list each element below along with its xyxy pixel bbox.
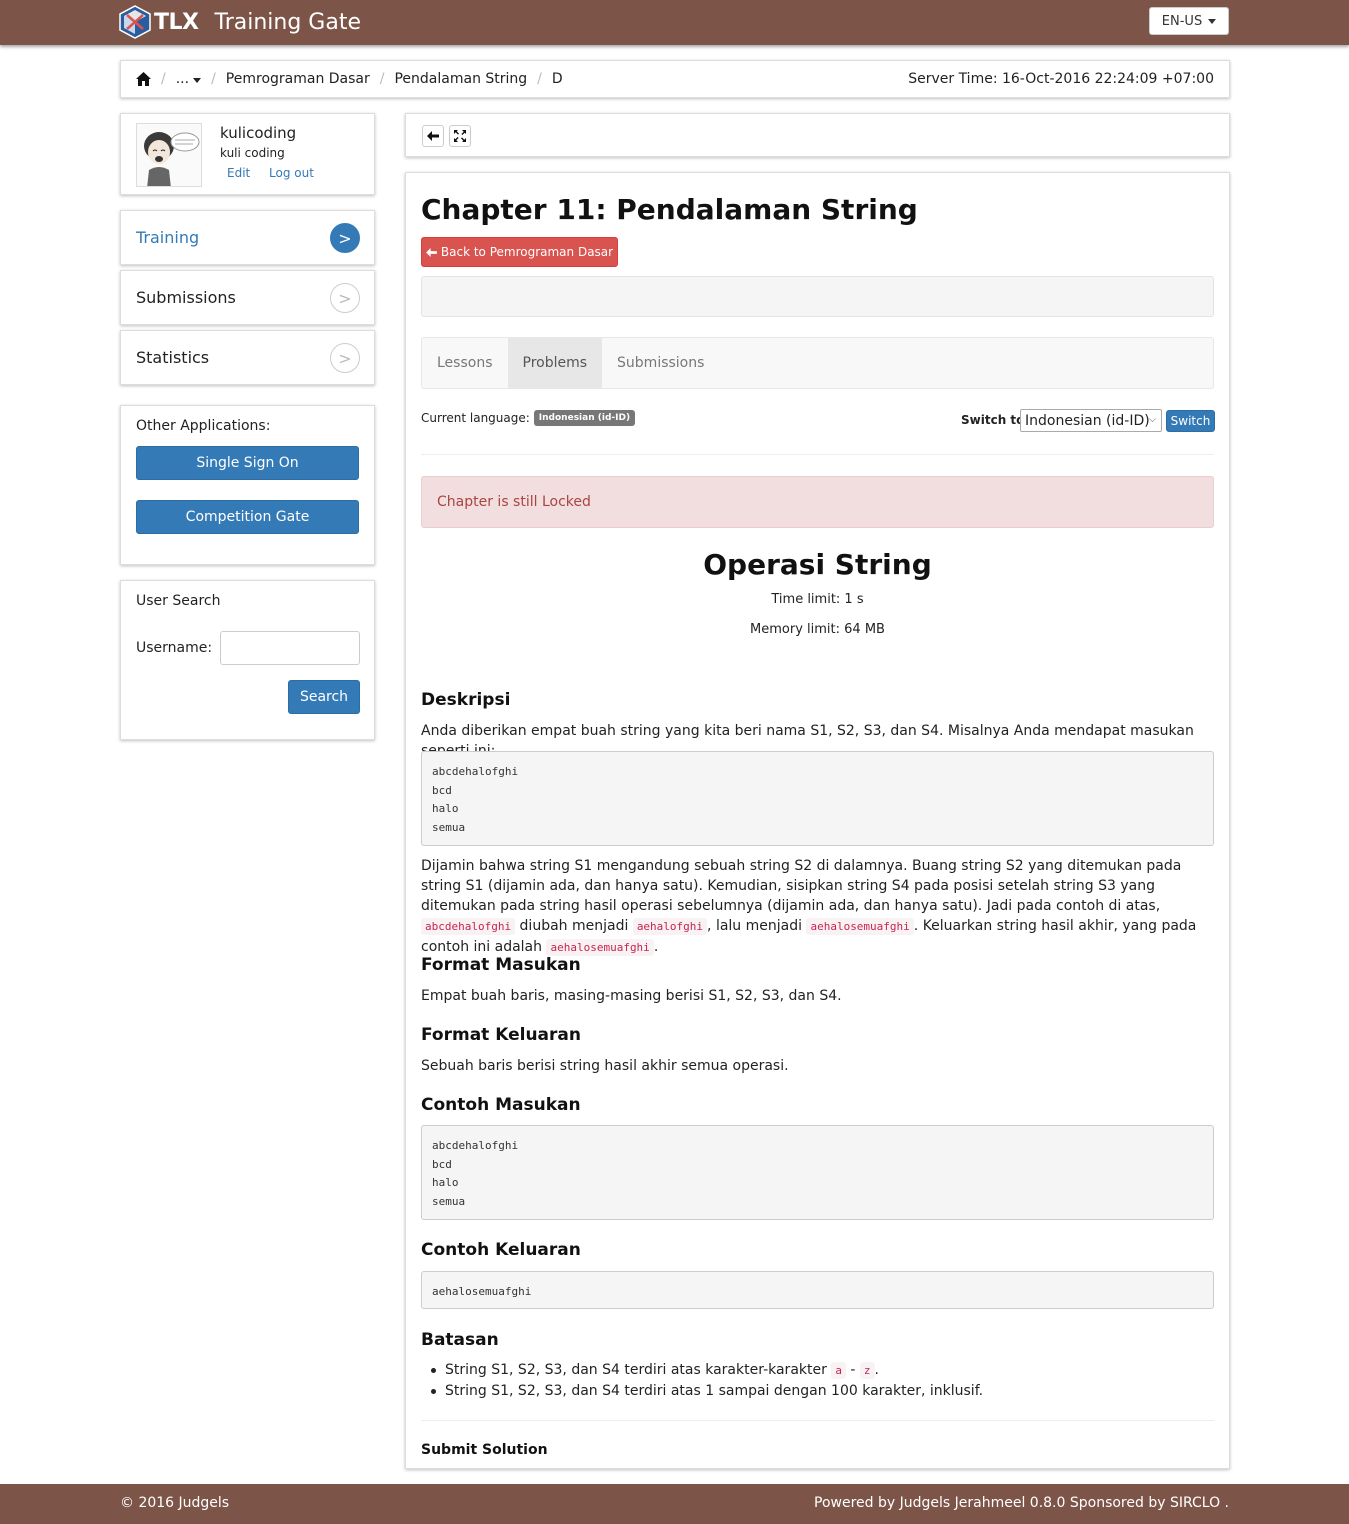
sidebar-item-label: Training	[136, 228, 200, 247]
batasan-heading: Batasan	[421, 1330, 499, 1350]
time-limit: Time limit: 1 s	[771, 592, 864, 607]
chapter-tabs: Lessons Problems Submissions	[421, 337, 1214, 389]
app-logo[interactable]: TLX Training Gate	[119, 5, 361, 39]
submit-solution-heading: Submit Solution	[421, 1442, 548, 1458]
other-applications-title: Other Applications:	[136, 418, 271, 434]
inline-code: aehalofghi	[632, 918, 708, 935]
user-profile-panel: kulicoding kuli coding Edit Log out	[120, 113, 375, 195]
contoh-keluaran-heading: Contoh Keluaran	[421, 1240, 581, 1260]
breadcrumb: / ... / Pemrograman Dasar / Pendalaman S…	[120, 60, 1230, 98]
footer-copyright: © 2016 Judgels	[120, 1495, 230, 1511]
current-language: Current language: Indonesian (id-ID)	[421, 410, 636, 426]
deskripsi-paragraph: Dijamin bahwa string S1 mengandung sebua…	[421, 858, 1197, 956]
tab-lessons[interactable]: Lessons	[422, 338, 508, 388]
current-language-badge: Indonesian (id-ID)	[533, 410, 636, 426]
avatar	[136, 123, 202, 187]
inline-code: aehalosemuafghi	[546, 939, 654, 956]
problem-toolbar	[405, 113, 1230, 157]
username-label: Username:	[136, 640, 213, 656]
user-full-name: kuli coding	[220, 146, 285, 160]
chapter-description-well	[421, 276, 1214, 317]
format-masukan-text: Empat buah baris, masing-masing berisi S…	[421, 988, 842, 1004]
divider	[421, 1420, 1214, 1421]
memory-limit: Memory limit: 64 MB	[750, 622, 885, 637]
chevron-right-icon: >	[330, 343, 360, 373]
tlx-logo-icon	[119, 5, 151, 39]
sidebar-item-submissions[interactable]: Submissions >	[120, 270, 375, 325]
single-sign-on-button[interactable]: Single Sign On	[136, 446, 359, 480]
list-item: String S1, S2, S3, dan S4 terdiri atas 1…	[431, 1381, 983, 1401]
username-search-input[interactable]	[220, 631, 360, 665]
user-search-title: User Search	[136, 593, 221, 609]
tab-problems[interactable]: Problems	[507, 338, 603, 388]
contoh-masukan-heading: Contoh Masukan	[421, 1095, 581, 1115]
competition-gate-button[interactable]: Competition Gate	[136, 500, 359, 534]
tab-submissions[interactable]: Submissions	[602, 338, 719, 388]
logo-text: TLX	[154, 9, 199, 35]
sidebar-item-training[interactable]: Training >	[120, 210, 375, 265]
fullscreen-icon[interactable]	[449, 125, 471, 147]
contoh-keluaran-block: aehalosemuafghi	[421, 1271, 1214, 1309]
deskripsi-example-block: abcdehalofghi bcd halo semua	[421, 751, 1214, 846]
inline-code: aehalosemuafghi	[806, 918, 914, 935]
breadcrumb-chapter[interactable]: Pendalaman String	[394, 71, 527, 87]
format-keluaran-text: Sebuah baris berisi string hasil akhir s…	[421, 1058, 789, 1074]
server-time: Server Time: 16-Oct-2016 22:24:09 +07:00	[908, 71, 1214, 87]
sidebar-item-label: Statistics	[136, 348, 210, 367]
avatar-image-icon	[137, 124, 201, 186]
chevron-right-icon: >	[330, 223, 360, 253]
caret-down-icon	[193, 78, 202, 83]
search-button[interactable]: Search	[288, 680, 360, 714]
back-arrow-icon[interactable]	[422, 125, 444, 147]
deskripsi-heading: Deskripsi	[421, 690, 511, 710]
language-label: EN-US	[1161, 13, 1203, 29]
breadcrumb-problem[interactable]: D	[552, 71, 563, 87]
divider	[421, 454, 1214, 455]
sidebar-item-statistics[interactable]: Statistics >	[120, 330, 375, 385]
back-to-course-button[interactable]: Back to Pemrograman Dasar	[421, 237, 618, 267]
edit-profile-link[interactable]: Edit	[227, 166, 250, 180]
home-icon[interactable]	[136, 72, 151, 86]
sidebar-item-label: Submissions	[136, 288, 236, 307]
other-applications-panel: Other Applications: Single Sign On Compe…	[120, 405, 375, 565]
chapter-title: Chapter 11: Pendalaman String	[421, 193, 918, 226]
inline-code: a	[831, 1362, 846, 1379]
problem-panel: Chapter 11: Pendalaman String Back to Pe…	[405, 172, 1230, 1469]
format-keluaran-heading: Format Keluaran	[421, 1025, 581, 1045]
back-button-label: Back to Pemrograman Dasar	[440, 245, 614, 259]
batasan-list: String S1, S2, S3, dan S4 terdiri atas k…	[431, 1360, 983, 1401]
inline-code: z	[859, 1362, 875, 1379]
breadcrumb-separator: /	[379, 71, 385, 87]
breadcrumb-course[interactable]: Pemrograman Dasar	[226, 71, 370, 87]
language-select-value: Indonesian (id-ID)	[1025, 412, 1150, 429]
arrow-left-icon	[425, 247, 437, 257]
logout-link[interactable]: Log out	[269, 166, 314, 180]
language-dropdown[interactable]: EN-US	[1149, 7, 1229, 35]
switch-to-label: Switch to	[961, 413, 1025, 427]
chevron-down-icon: ⌵	[1149, 415, 1156, 425]
language-select[interactable]: Indonesian (id-ID) ⌵	[1020, 409, 1162, 432]
inline-code: abcdehalofghi	[421, 918, 516, 935]
breadcrumb-separator: /	[537, 71, 542, 87]
breadcrumb-more[interactable]: ...	[176, 71, 202, 87]
app-title: Training Gate	[214, 9, 362, 35]
format-masukan-heading: Format Masukan	[421, 955, 581, 975]
footer: © 2016 Judgels Powered by Judgels Jerahm…	[0, 1484, 1349, 1524]
switch-language-button[interactable]: Switch	[1166, 410, 1215, 432]
chapter-locked-alert: Chapter is still Locked	[421, 476, 1214, 528]
list-item: String S1, S2, S3, dan S4 terdiri atas k…	[431, 1360, 983, 1381]
caret-down-icon	[1208, 18, 1217, 24]
footer-powered-by: Powered by Judgels Jerahmeel 0.8.0 Spons…	[814, 1495, 1229, 1511]
user-search-panel: User Search Username: Search	[120, 580, 375, 740]
current-language-label: Current language:	[421, 411, 530, 425]
username: kulicoding	[220, 124, 297, 142]
problem-title: Operasi String	[703, 548, 932, 581]
contoh-masukan-block: abcdehalofghi bcd halo semua	[421, 1125, 1214, 1220]
breadcrumb-separator: /	[211, 71, 216, 87]
breadcrumb-separator: /	[161, 71, 166, 87]
top-navbar: TLX Training Gate EN-US	[0, 0, 1349, 45]
chevron-right-icon: >	[330, 283, 360, 313]
